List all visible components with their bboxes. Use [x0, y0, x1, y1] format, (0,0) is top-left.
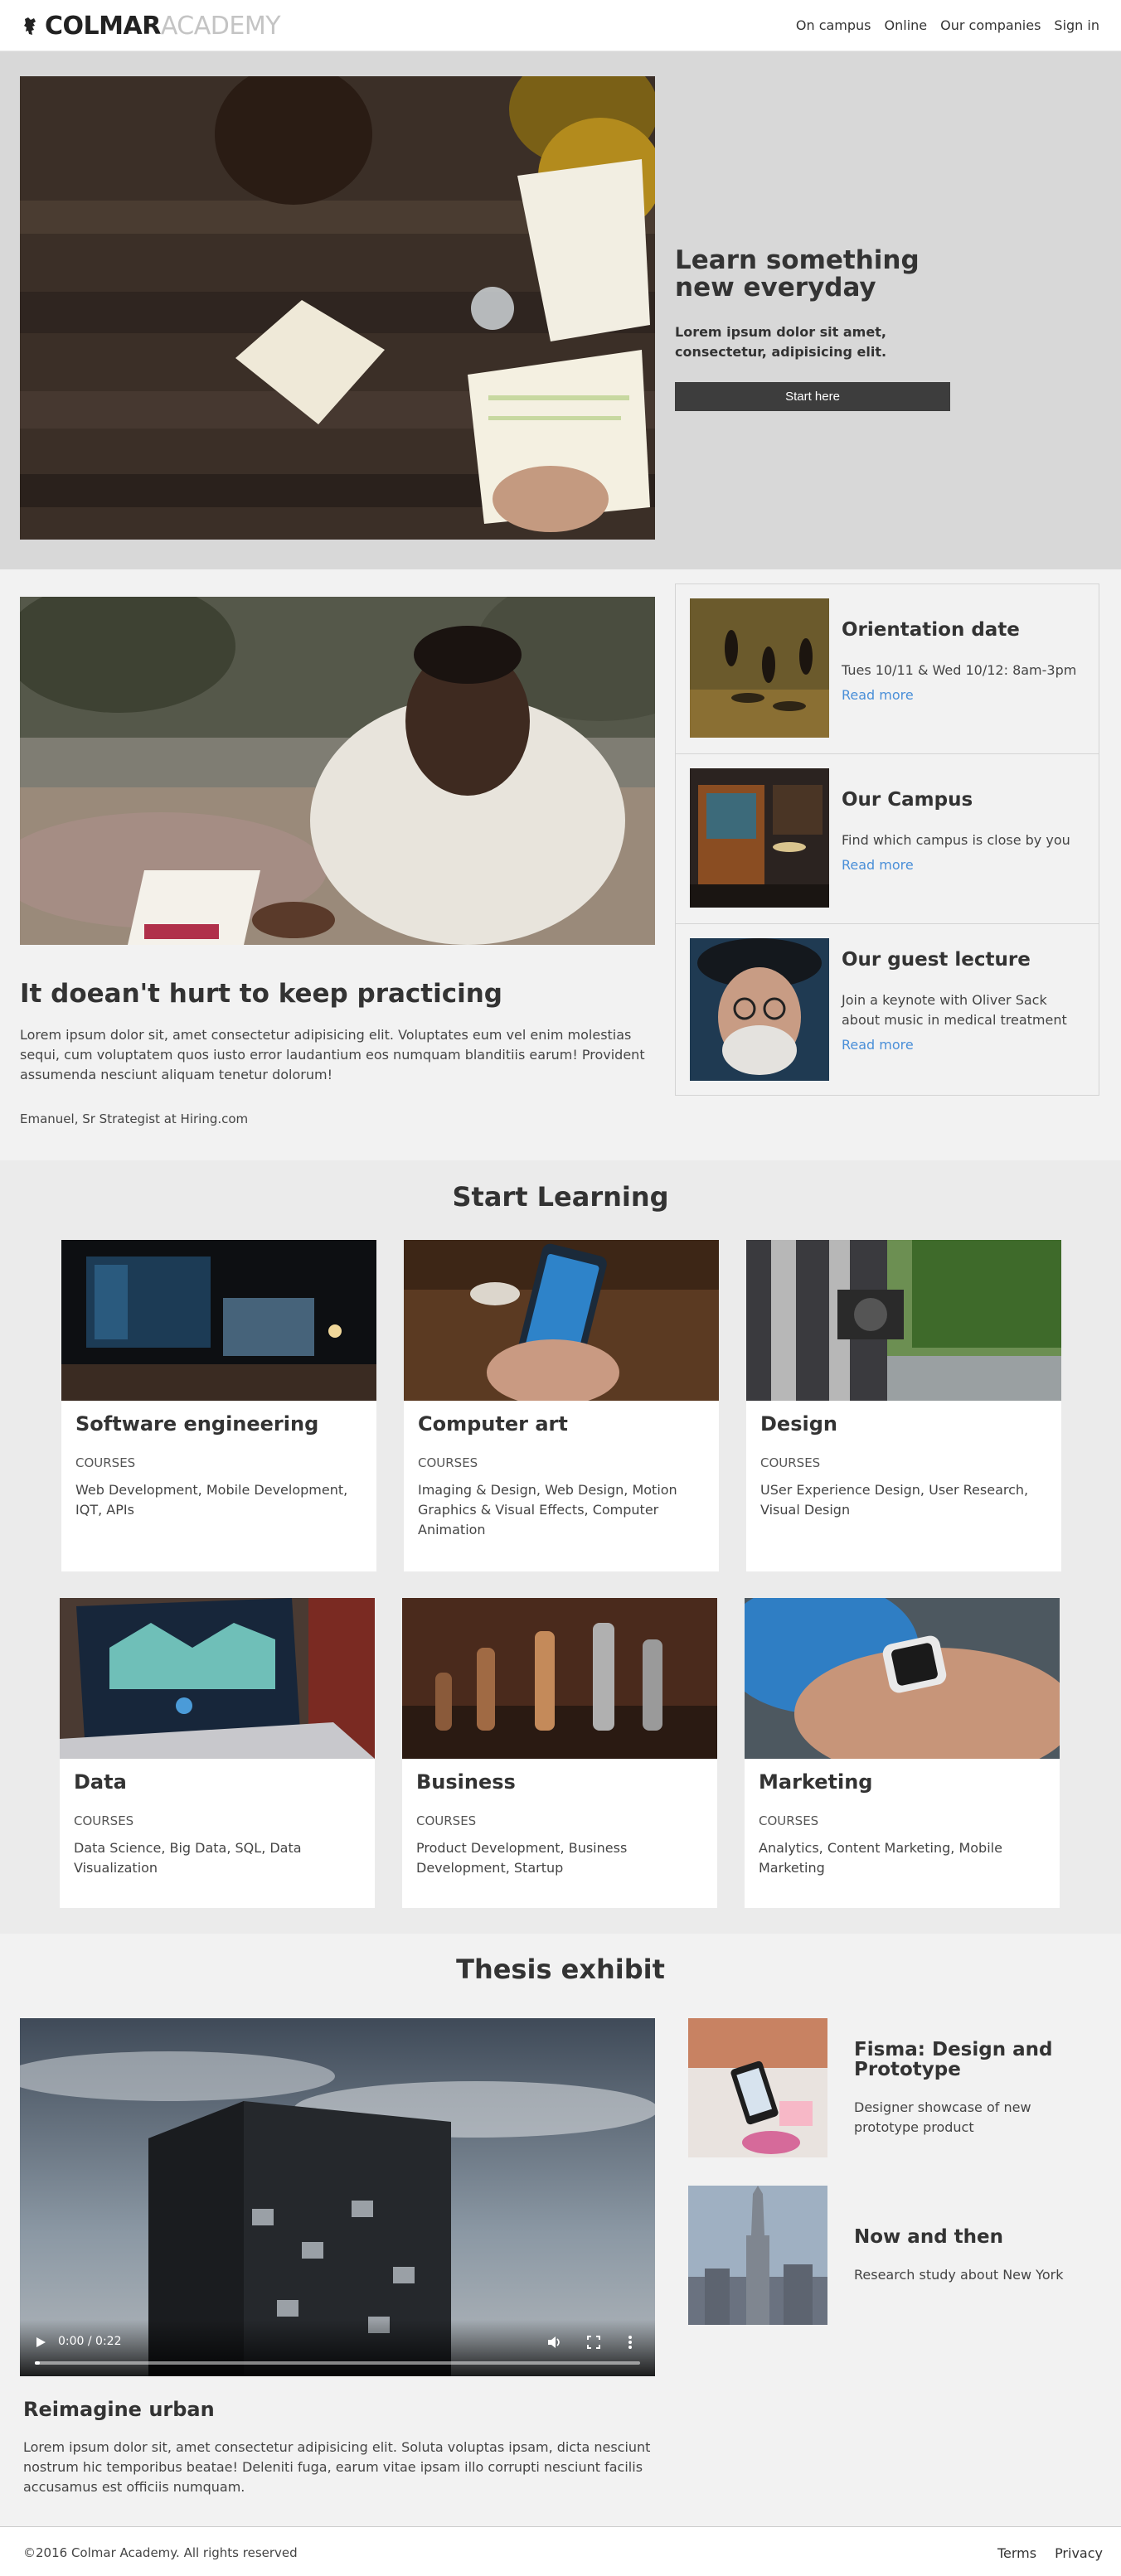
volume-icon[interactable]	[547, 2336, 562, 2349]
video-progress-fill	[35, 2361, 40, 2365]
card-courses: Product Development, Business Developmen…	[416, 1840, 628, 1876]
footer-links: Terms Privacy	[997, 2545, 1103, 2561]
course-image	[61, 1240, 376, 1401]
card-courses: Imaging & Design, Web Design, Motion Gra…	[418, 1482, 677, 1537]
card-courses: USer Experience Design, User Research, V…	[760, 1482, 1029, 1518]
event-orientation: Orientation date Tues 10/11 & Wed 10/12:…	[676, 584, 1099, 754]
section-title: Thesis exhibit	[456, 1954, 665, 1985]
thesis-main-body: Lorem ipsum dolor sit, amet consectetur …	[23, 2439, 651, 2495]
video-controls: 0:00 / 0:22	[20, 2320, 655, 2376]
practice-image	[20, 597, 655, 945]
thesis-main-title: Reimagine urban	[23, 2398, 215, 2421]
card-kicker: COURSES	[418, 1455, 478, 1470]
event-guest-lecture: Our guest lecture Join a keynote with Ol…	[676, 924, 1099, 1095]
course-card-software-engineering[interactable]: Software engineering COURSES Web Develop…	[61, 1240, 376, 1571]
fisma-image	[688, 2018, 827, 2157]
site-header: COLMAR ACADEMY On campus Online Our comp…	[0, 0, 1121, 51]
card-courses: Web Development, Mobile Development, IQT…	[75, 1482, 348, 1518]
hero-title: Learn something new everyday	[675, 245, 920, 303]
card-title: Software engineering	[75, 1412, 319, 1436]
card-courses: Analytics, Content Marketing, Mobile Mar…	[759, 1840, 1002, 1876]
event-title: Orientation date	[842, 619, 1020, 641]
copyright: ©2016 Colmar Academy. All rights reserve…	[23, 2545, 298, 2560]
card-kicker: COURSES	[75, 1455, 136, 1470]
hero-image	[20, 76, 655, 540]
practice-body: Lorem ipsum dolor sit, amet consectetur …	[20, 1027, 645, 1082]
exhibit-title: Fisma: Design and Prototype	[854, 2039, 1053, 2081]
exhibit-desc: Research study about New York	[854, 2267, 1064, 2283]
campus-image	[690, 768, 829, 908]
fullscreen-icon[interactable]	[587, 2336, 600, 2349]
section-title: Start Learning	[452, 1181, 669, 1213]
video-player[interactable]: 0:00 / 0:22	[3, 2018, 658, 2376]
read-more-link[interactable]: Read more	[842, 687, 914, 703]
card-kicker: COURSES	[759, 1813, 819, 1828]
event-title: Our Campus	[842, 789, 973, 811]
read-more-link[interactable]: Read more	[842, 1037, 914, 1053]
thesis-exhibit-section: Thesis exhibit 0:00 / 0:22 Reimagine urb…	[0, 1934, 1121, 2526]
orientation-image	[690, 598, 829, 738]
card-kicker: COURSES	[74, 1813, 134, 1828]
guest-lecture-image	[690, 938, 829, 1081]
logo[interactable]: COLMAR ACADEMY	[20, 12, 281, 41]
course-image	[404, 1240, 719, 1401]
video-time: 0:00 / 0:22	[58, 2335, 122, 2348]
practice-section: It doean't hurt to keep practicing Lorem…	[0, 569, 1121, 1160]
card-title: Marketing	[759, 1770, 873, 1794]
event-desc: Tues 10/11 & Wed 10/12: 8am-3pm	[842, 662, 1077, 678]
card-title: Business	[416, 1770, 516, 1794]
course-image	[745, 1598, 1060, 1759]
hero-text: Learn something new everyday Lorem ipsum…	[675, 245, 957, 411]
start-here-button[interactable]: Start here	[675, 381, 950, 411]
new-york-image	[688, 2186, 827, 2325]
card-title: Data	[74, 1770, 127, 1794]
course-card-computer-art[interactable]: Computer art COURSES Imaging & Design, W…	[404, 1240, 719, 1571]
nav-our-companies[interactable]: Our companies	[940, 17, 1041, 33]
course-card-data[interactable]: Data COURSES Data Science, Big Data, SQL…	[60, 1598, 375, 1908]
course-card-design[interactable]: Design COURSES USer Experience Design, U…	[746, 1240, 1061, 1571]
hero-subtitle: Lorem ipsum dolor sit amet, consectetur,…	[675, 323, 887, 360]
event-list: Orientation date Tues 10/11 & Wed 10/12:…	[675, 583, 1099, 1096]
start-learning-section: Start Learning Software engineering COUR…	[0, 1160, 1121, 1934]
nav-sign-in[interactable]: Sign in	[1054, 17, 1099, 33]
practice-title: It doean't hurt to keep practicing	[20, 979, 502, 1009]
privacy-link[interactable]: Privacy	[1055, 2545, 1103, 2561]
event-desc: Join a keynote with Oliver Sack about mu…	[842, 992, 1067, 1028]
more-options-icon[interactable]	[628, 2335, 633, 2350]
exhibit-desc: Designer showcase of new prototype produ…	[854, 2099, 1031, 2135]
hero-section: Learn something new everyday Lorem ipsum…	[0, 51, 1121, 569]
logo-text-light: ACADEMY	[160, 12, 281, 41]
nav-online[interactable]: Online	[885, 17, 928, 33]
terms-link[interactable]: Terms	[997, 2545, 1036, 2561]
card-title: Computer art	[418, 1412, 568, 1436]
event-campus: Our Campus Find which campus is close by…	[676, 754, 1099, 924]
video-progress-bar[interactable]	[35, 2361, 640, 2365]
site-footer: ©2016 Colmar Academy. All rights reserve…	[0, 2526, 1121, 2576]
card-kicker: COURSES	[760, 1455, 821, 1470]
read-more-link[interactable]: Read more	[842, 857, 914, 873]
course-card-business[interactable]: Business COURSES Product Development, Bu…	[402, 1598, 717, 1908]
course-image	[746, 1240, 1061, 1401]
logo-text-bold: COLMAR	[45, 12, 161, 41]
course-image	[60, 1598, 375, 1759]
card-courses: Data Science, Big Data, SQL, Data Visual…	[74, 1840, 302, 1876]
card-title: Design	[760, 1412, 837, 1436]
event-title: Our guest lecture	[842, 949, 1031, 971]
card-kicker: COURSES	[416, 1813, 477, 1828]
course-card-marketing[interactable]: Marketing COURSES Analytics, Content Mar…	[745, 1598, 1060, 1908]
event-desc: Find which campus is close by you	[842, 832, 1070, 848]
main-nav: On campus Online Our companies Sign in	[796, 17, 1099, 33]
nav-on-campus[interactable]: On campus	[796, 17, 871, 33]
lion-crest-icon	[24, 17, 36, 35]
practice-author: Emanuel, Sr Strategist at Hiring.com	[20, 1111, 249, 1126]
exhibit-title: Now and then	[854, 2226, 1004, 2248]
course-image	[402, 1598, 717, 1759]
play-icon[interactable]	[35, 2336, 46, 2348]
